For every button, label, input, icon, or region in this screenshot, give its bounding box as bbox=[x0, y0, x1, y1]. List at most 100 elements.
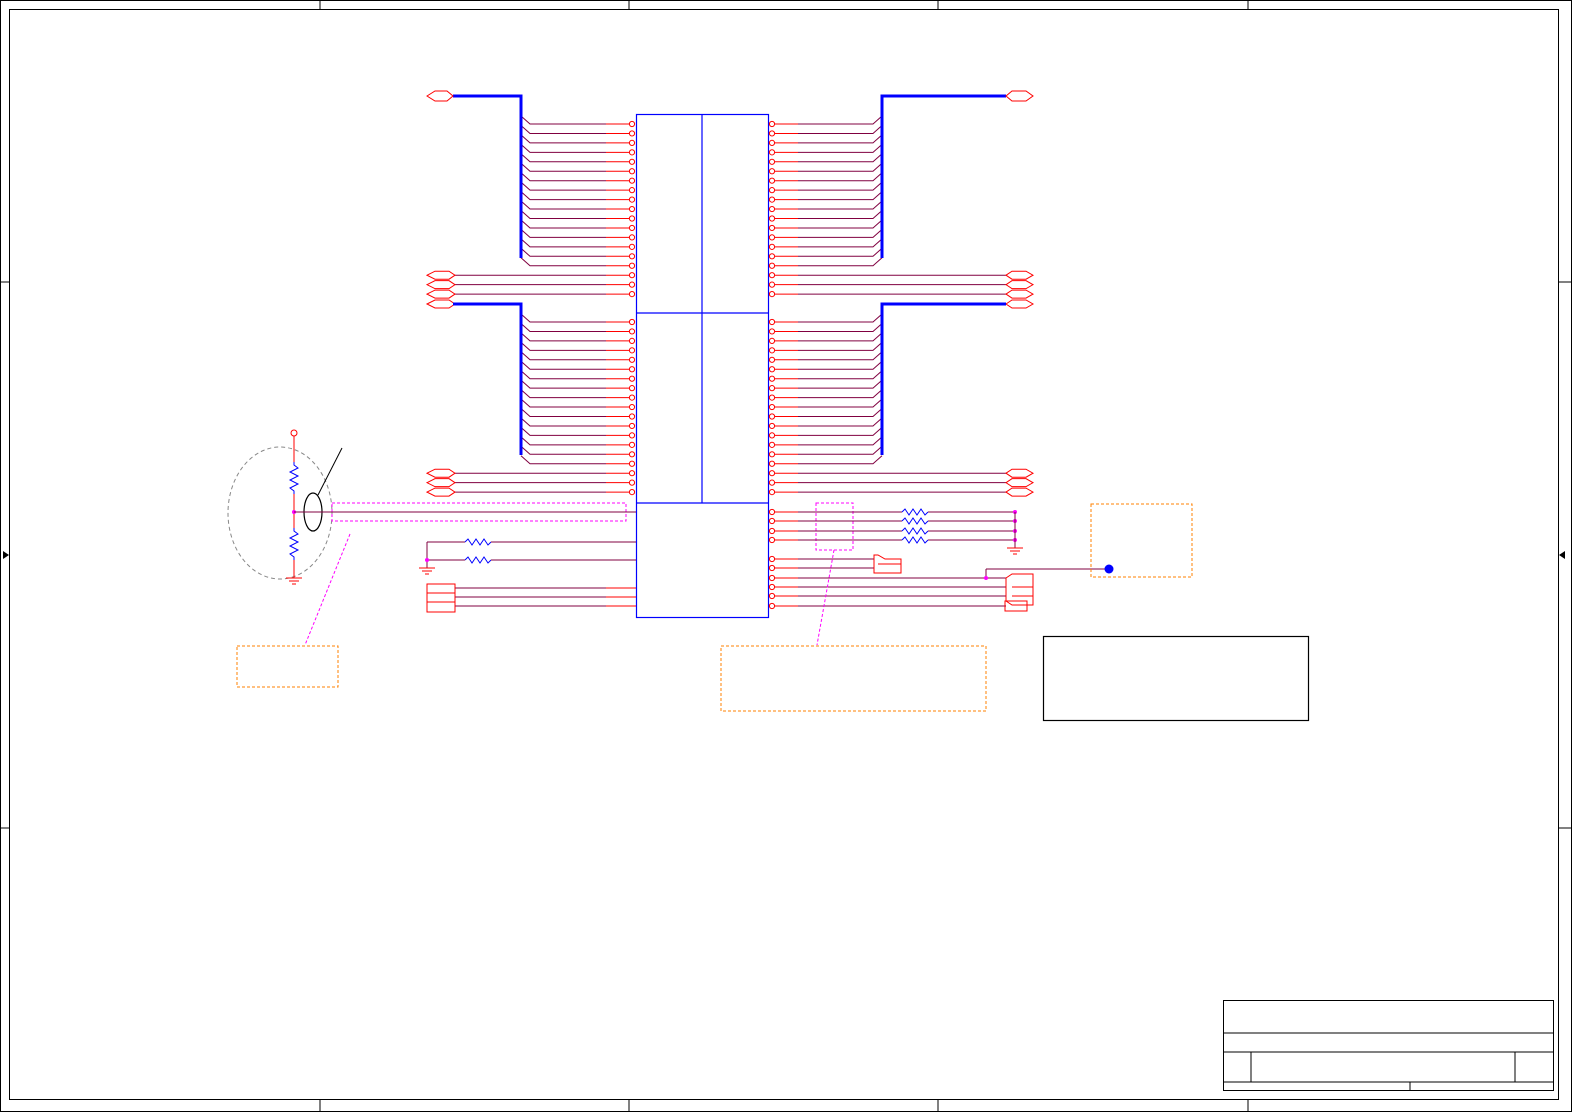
bus-lower-left[interactable] bbox=[453, 302, 523, 455]
bus-upper-left[interactable] bbox=[453, 94, 523, 258]
bus-upper-right[interactable] bbox=[880, 94, 1006, 258]
pin-right[interactable] bbox=[768, 527, 776, 535]
pin-left[interactable] bbox=[628, 196, 636, 203]
pin-right[interactable] bbox=[768, 224, 776, 232]
bus-entry-left[interactable] bbox=[520, 389, 606, 399]
bus-entry-right[interactable] bbox=[798, 125, 883, 134]
bus-entry-right[interactable] bbox=[798, 455, 883, 465]
port-right[interactable] bbox=[1005, 289, 1035, 299]
pin-right[interactable] bbox=[768, 356, 776, 363]
bus-entry-right[interactable] bbox=[798, 332, 883, 342]
bus-entry-right[interactable] bbox=[798, 341, 883, 351]
pin-left[interactable] bbox=[628, 234, 636, 241]
bus-entry-left[interactable] bbox=[520, 153, 606, 163]
port-left[interactable] bbox=[425, 487, 456, 497]
port-bus-upper-right[interactable] bbox=[1005, 90, 1034, 102]
pin-left[interactable] bbox=[628, 253, 636, 260]
port-left[interactable] bbox=[425, 478, 456, 488]
pin-right[interactable] bbox=[768, 394, 776, 401]
bus-entry-left[interactable] bbox=[520, 341, 606, 351]
port-right[interactable] bbox=[1005, 487, 1035, 497]
bus-entry-right[interactable] bbox=[798, 417, 883, 427]
pin-left[interactable] bbox=[628, 130, 636, 137]
port-right[interactable] bbox=[1005, 478, 1035, 488]
pin-right[interactable] bbox=[768, 253, 776, 260]
pin-right[interactable] bbox=[768, 243, 776, 250]
pin-right[interactable] bbox=[768, 536, 776, 544]
bus-entry-left[interactable] bbox=[520, 191, 606, 201]
bus-entry-right[interactable] bbox=[798, 191, 883, 201]
pin-left[interactable] bbox=[628, 356, 636, 363]
pin-right[interactable] bbox=[768, 470, 776, 477]
bus-entry-left[interactable] bbox=[520, 379, 606, 389]
pin-right[interactable] bbox=[768, 385, 776, 392]
pin-right[interactable] bbox=[768, 347, 776, 354]
pin-right[interactable] bbox=[768, 177, 776, 184]
bus-entry-left[interactable] bbox=[520, 351, 606, 361]
pin-right[interactable] bbox=[768, 158, 776, 165]
bus-entry-left[interactable] bbox=[520, 229, 606, 238]
bus-entry-right[interactable] bbox=[798, 238, 883, 248]
bus-entry-left[interactable] bbox=[520, 436, 606, 446]
pin-right[interactable] bbox=[768, 215, 776, 222]
resistor-lower[interactable] bbox=[288, 528, 300, 560]
pin-left[interactable] bbox=[628, 470, 636, 477]
resistor-array-1[interactable] bbox=[901, 508, 929, 516]
bus-entry-right[interactable] bbox=[798, 219, 883, 229]
pin-left[interactable] bbox=[628, 479, 636, 486]
resistor-pulldown-1[interactable] bbox=[464, 538, 492, 546]
bus-entry-left[interactable] bbox=[520, 408, 606, 417]
pin-right[interactable] bbox=[768, 130, 776, 137]
bus-entry-right[interactable] bbox=[798, 143, 883, 153]
bus-entry-right[interactable] bbox=[798, 257, 883, 267]
bus-entry-left[interactable] bbox=[520, 172, 606, 182]
bus-entry-right[interactable] bbox=[798, 379, 883, 389]
pin-left[interactable] bbox=[628, 149, 636, 156]
pin-right[interactable] bbox=[768, 187, 776, 194]
pin-left[interactable] bbox=[628, 489, 636, 496]
bus-entry-right[interactable] bbox=[798, 427, 883, 436]
bus-entry-left[interactable] bbox=[520, 323, 606, 332]
port-left[interactable] bbox=[425, 468, 456, 478]
bus-entry-right[interactable] bbox=[798, 370, 883, 380]
bus-entry-right[interactable] bbox=[798, 389, 883, 399]
pin-right[interactable] bbox=[768, 272, 776, 279]
pin-left[interactable] bbox=[628, 243, 636, 250]
pin-right[interactable] bbox=[768, 262, 776, 269]
pin-right[interactable] bbox=[768, 139, 776, 146]
bus-entry-left[interactable] bbox=[520, 398, 606, 408]
pin-right[interactable] bbox=[768, 460, 776, 467]
pin-left[interactable] bbox=[628, 205, 636, 213]
bus-entry-left[interactable] bbox=[520, 200, 606, 210]
pin-left[interactable] bbox=[628, 451, 636, 458]
pin-left[interactable] bbox=[628, 460, 636, 467]
pin-right[interactable] bbox=[768, 451, 776, 458]
port-left[interactable] bbox=[425, 280, 456, 290]
pin-right[interactable] bbox=[768, 517, 776, 525]
pin-left[interactable] bbox=[628, 139, 636, 146]
pin-left[interactable] bbox=[628, 272, 636, 279]
pin-left[interactable] bbox=[628, 318, 636, 326]
bus-entry-right[interactable] bbox=[798, 445, 883, 455]
pin-right[interactable] bbox=[768, 479, 776, 486]
bus-entry-right[interactable] bbox=[798, 200, 883, 210]
bus-entry-right[interactable] bbox=[798, 313, 883, 323]
pin-left[interactable] bbox=[628, 168, 636, 175]
resistor-array-3[interactable] bbox=[901, 527, 929, 535]
pin-left[interactable] bbox=[628, 187, 636, 194]
pin-right[interactable] bbox=[768, 281, 776, 288]
bus-entry-right[interactable] bbox=[798, 115, 883, 125]
port-bus-upper-left[interactable] bbox=[426, 90, 454, 102]
bus-entry-right[interactable] bbox=[798, 210, 883, 219]
pin-right[interactable] bbox=[768, 422, 776, 430]
pin-left[interactable] bbox=[628, 375, 636, 382]
bus-entry-left[interactable] bbox=[520, 313, 606, 323]
bus-entry-left[interactable] bbox=[520, 247, 606, 257]
bus-entry-right[interactable] bbox=[798, 162, 883, 172]
pin-right[interactable] bbox=[768, 602, 776, 610]
bus-entry-left[interactable] bbox=[520, 427, 606, 436]
bus-entry-right[interactable] bbox=[798, 229, 883, 238]
pin-right[interactable] bbox=[768, 441, 776, 448]
bus-entry-right[interactable] bbox=[798, 323, 883, 332]
resistor-array-4[interactable] bbox=[901, 536, 929, 544]
